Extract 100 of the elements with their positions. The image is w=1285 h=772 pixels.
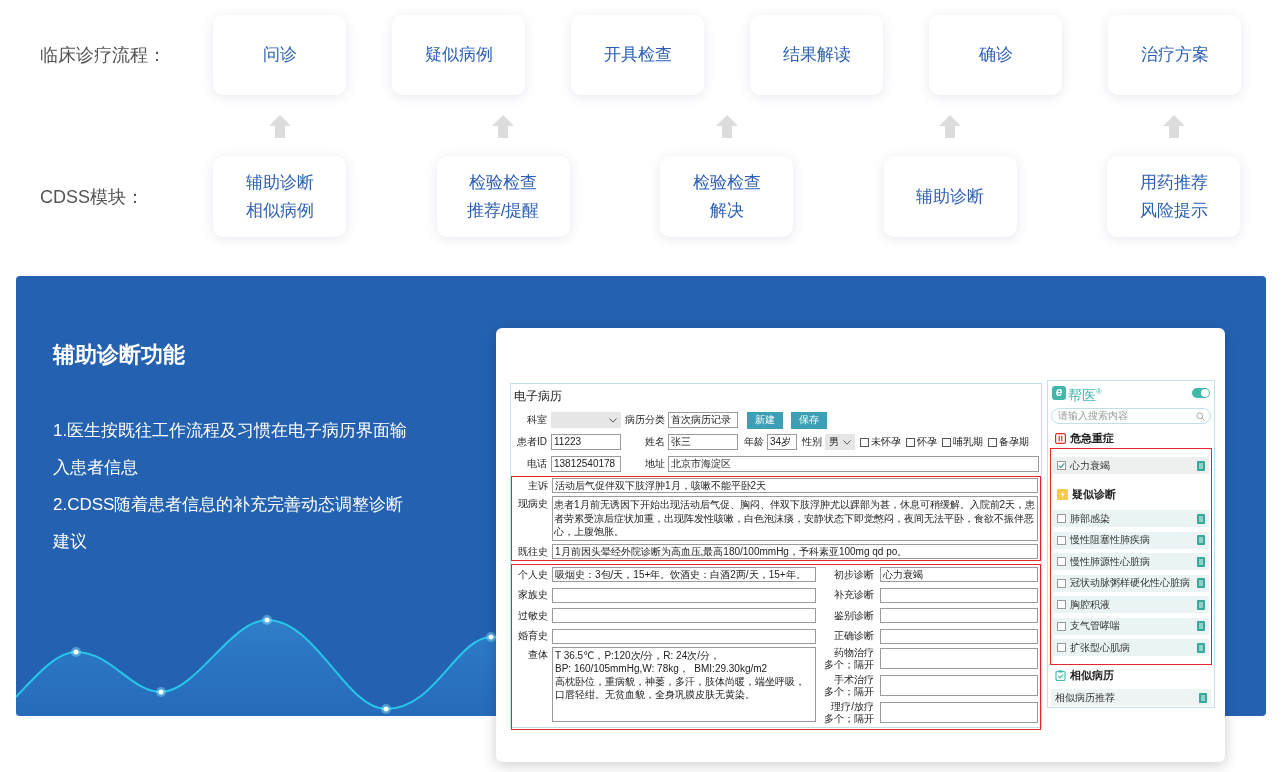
document-icon[interactable]	[1197, 621, 1205, 631]
field-label: 正确诊断	[833, 630, 874, 642]
text-field[interactable]: 活动后气促伴双下肢浮肿1月，咳嗽不能平卧2天	[552, 478, 1038, 493]
text-field[interactable]: 吸烟史：3包/天，15+年。饮酒史：白酒2两/天，15+年。	[552, 567, 816, 582]
field-label: 婚育史	[517, 629, 548, 643]
text-field[interactable]: 心力衰竭	[880, 567, 1038, 582]
toggle-switch[interactable]	[1192, 388, 1210, 398]
select-field[interactable]	[551, 412, 621, 428]
field-label: 姓名	[644, 435, 665, 449]
checkbox-label: 未怀孕	[871, 435, 901, 449]
checkbox-label: 备孕期	[999, 435, 1029, 449]
field-label: 电话	[526, 457, 547, 471]
text-field[interactable]: 首次病历记录	[668, 412, 738, 428]
checkbox[interactable]	[1057, 643, 1066, 652]
flow-step-card: 问诊	[213, 15, 346, 95]
field-label: 理疗/放疗	[831, 700, 874, 713]
up-arrow-icon	[1162, 115, 1185, 138]
text-field[interactable]	[552, 608, 816, 623]
module-card: 检验检查推荐/提醒	[436, 156, 570, 237]
field-label: 主诉	[527, 479, 548, 493]
search-icon[interactable]	[1196, 411, 1205, 421]
row-label: CDSS模块：	[40, 185, 145, 209]
field-hint: 多个；隔开	[824, 712, 874, 725]
checkbox[interactable]	[1057, 535, 1066, 545]
text-field[interactable]: 34岁	[767, 434, 797, 450]
item-label: 冠状动脉粥样硬化性心脏病	[1070, 576, 1191, 590]
text-area[interactable]: T 36.5℃，P:120次/分，R: 24次/分， BP: 160/105mmHg,W: 78kg， BMI:29.30kg/m2 高枕卧位，重病貌，神萎，多汗，肢体尚暖，端坐呼吸， 口唇轻绀。无贫血貌，全身巩膜皮肤无黄染。	[552, 646, 816, 722]
field-label: 科室	[526, 413, 547, 427]
field-hint: 多个；隔开	[824, 658, 874, 671]
item-label: 心力衰竭	[1070, 458, 1111, 473]
document-icon[interactable]	[1197, 513, 1205, 524]
field-label: 过敏史	[517, 608, 548, 623]
diagnosis-item[interactable]: 慢性阻塞性肺疾病	[1053, 531, 1209, 549]
item-label: 肺部感染	[1070, 511, 1111, 526]
diagnosis-item[interactable]: 支气管哮喘	[1053, 617, 1209, 635]
text-field[interactable]	[552, 628, 816, 644]
checkbox[interactable]	[988, 437, 997, 447]
up-arrow-icon	[492, 115, 514, 138]
diagnosis-item[interactable]: 心力衰竭	[1053, 457, 1209, 474]
checkbox[interactable]	[1057, 557, 1066, 566]
checkbox[interactable]	[1057, 621, 1066, 631]
select-field[interactable]: 男	[825, 434, 855, 450]
clipboard-icon	[1055, 669, 1066, 681]
diagnosis-item[interactable]: 冠状动脉粥样硬化性心脏病	[1053, 574, 1209, 592]
logo-text: 帮医$^{®}$	[1068, 385, 1102, 403]
checkbox[interactable]	[906, 437, 915, 447]
text-field[interactable]	[880, 587, 1038, 603]
text-field[interactable]: 北京市海淀区	[668, 456, 1039, 472]
item-label: 慢性阻塞性肺疾病	[1070, 533, 1151, 547]
document-icon[interactable]	[1197, 578, 1205, 588]
field-label: 年龄	[744, 435, 764, 449]
text-field[interactable]	[552, 587, 816, 603]
checkbox[interactable]	[1057, 461, 1066, 470]
field-label: 查体	[527, 647, 548, 662]
field-label: 地址	[644, 457, 665, 471]
logo-mark: e	[1052, 386, 1066, 400]
field-label: 既往史	[517, 545, 548, 559]
text-field[interactable]: 1月前因头晕经外院诊断为高血压,最高180/100mmHg，予科素亚100mg qd po。	[552, 544, 1038, 559]
diagnosis-item[interactable]: 肺部感染	[1053, 510, 1209, 527]
text-field[interactable]	[880, 648, 1038, 669]
diagnosis-item[interactable]: 胸腔积液	[1053, 596, 1209, 613]
module-card: 用药推荐风险提示	[1107, 156, 1240, 237]
chevron-down-icon	[843, 439, 851, 445]
field-label: 初步诊断	[833, 568, 874, 581]
field-hint: 多个；隔开	[824, 685, 874, 698]
checkbox[interactable]	[860, 437, 869, 447]
text-field[interactable]	[880, 675, 1038, 696]
checkbox[interactable]	[942, 437, 951, 447]
up-arrow-icon	[939, 115, 961, 138]
module-card: 辅助诊断相似病例	[213, 156, 346, 237]
document-icon[interactable]	[1197, 460, 1205, 471]
diagnosis-item[interactable]: 慢性肺源性心脏病	[1053, 553, 1209, 570]
text-field[interactable]	[880, 608, 1038, 623]
section-title: 危急重症	[1070, 430, 1114, 446]
checkbox[interactable]	[1057, 578, 1066, 588]
field-label: 性别	[802, 435, 822, 449]
search-placeholder: 请输入搜索内容	[1058, 409, 1128, 423]
diagnosis-item[interactable]: 扩张型心肌病	[1053, 639, 1209, 656]
item-label: 扩张型心肌病	[1070, 640, 1131, 655]
text-field[interactable]: 张三	[668, 434, 738, 450]
text-field[interactable]: 11223	[551, 434, 621, 450]
similar-record-item[interactable]: 相似病历推荐	[1051, 689, 1211, 706]
module-card: 检验检查解决	[660, 156, 793, 237]
field-label: 家族史	[517, 588, 548, 602]
flow-step-card: 治疗方案	[1108, 15, 1241, 95]
document-icon[interactable]	[1199, 692, 1207, 703]
document-icon[interactable]	[1197, 535, 1205, 545]
text-field[interactable]: 13812540178	[551, 456, 621, 472]
feature-point: 2.CDSS随着患者信息的补充完善动态调整诊断建议	[53, 494, 405, 553]
text-area[interactable]: 患者1月前无诱因下开始出现活动后气促、胸闷、伴双下肢浮肿尤以踝部为甚，休息可稍缓解。入院前2天，患者劳累受凉后症状加重，出现阵发性咳嗽，白色泡沫痰，安静状态下即觉憋闷，夜间无法平卧，食欲不振伴恶心，上腹饱胀。	[552, 496, 1038, 541]
checkbox[interactable]	[1057, 514, 1066, 523]
document-icon[interactable]	[1197, 642, 1205, 653]
form-title: 电子病历	[514, 389, 562, 404]
field-label: 鉴别诊断	[833, 609, 874, 622]
text-field[interactable]	[880, 628, 1038, 644]
document-icon[interactable]	[1197, 556, 1205, 567]
document-icon[interactable]	[1197, 599, 1205, 610]
text-field[interactable]	[880, 702, 1038, 723]
field-label: 病历分类	[624, 413, 665, 427]
checkbox[interactable]	[1057, 600, 1066, 609]
